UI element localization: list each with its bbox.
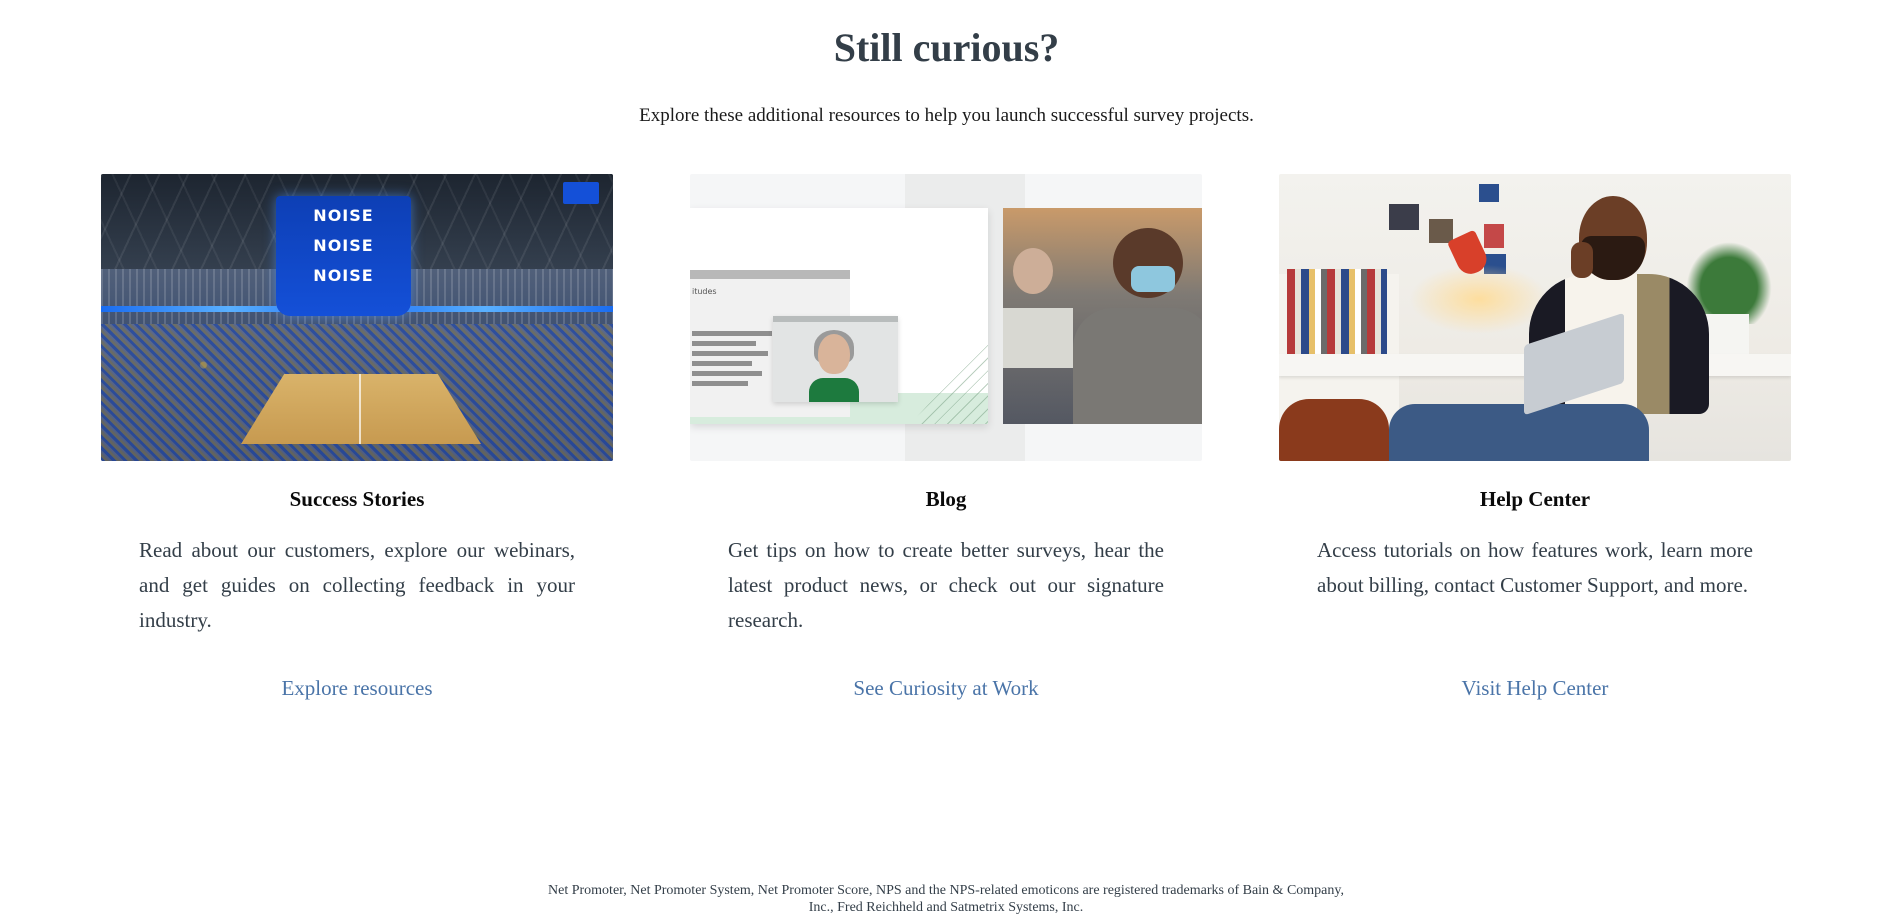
resource-card-blog: itudes Blog Get tips on how to create be… <box>690 174 1202 702</box>
blog-image-commuter-photo <box>1003 208 1202 424</box>
card-title: Help Center <box>1479 487 1591 511</box>
person-jeans <box>1389 404 1649 461</box>
books <box>1287 269 1387 364</box>
commuter-mask <box>1131 266 1175 292</box>
blog-image-panel: itudes <box>690 208 988 424</box>
resource-card-success-stories: NOISE NOISE NOISE Success Stories Read a… <box>101 174 613 702</box>
portrait-face <box>818 334 850 374</box>
survey-bar <box>692 361 752 366</box>
scoreboard-text: NOISE <box>313 236 374 255</box>
visit-help-center-link[interactable]: Visit Help Center <box>1279 674 1791 702</box>
arena-scoreboard: NOISE NOISE NOISE <box>276 196 411 316</box>
card-description: Read about our customers, explore our we… <box>139 538 575 632</box>
wall-photos <box>1389 184 1519 274</box>
commuter-newspaper <box>1003 308 1073 368</box>
card-title: Blog <box>925 487 967 511</box>
section-heading: Still curious? <box>833 25 1060 70</box>
phone-hand <box>1571 242 1593 278</box>
help-center-image[interactable] <box>1279 174 1791 461</box>
commuter-man <box>1013 248 1053 294</box>
trademark-footer: Net Promoter, Net Promoter System, Net P… <box>548 883 1344 915</box>
chair <box>1279 399 1389 461</box>
arena-sign <box>563 182 599 204</box>
survey-bar <box>692 381 748 386</box>
explore-resources-link[interactable]: Explore resources <box>101 674 613 702</box>
card-description: Get tips on how to create better surveys… <box>728 538 1164 632</box>
blog-image[interactable]: itudes <box>690 174 1202 461</box>
blog-image-portrait <box>773 316 898 402</box>
scoreboard-text: NOISE <box>313 266 374 285</box>
portrait-shirt <box>809 378 859 402</box>
survey-bar <box>692 331 772 336</box>
survey-bar <box>692 371 762 376</box>
lamp-glow <box>1409 264 1549 334</box>
section-subheading: Explore these additional resources to he… <box>639 105 1254 126</box>
success-stories-image[interactable]: NOISE NOISE NOISE <box>101 174 613 461</box>
arena-court-line <box>359 374 361 444</box>
card-title: Success Stories <box>289 487 425 511</box>
survey-window-title: itudes <box>692 287 717 296</box>
survey-bar <box>692 351 768 356</box>
resource-card-help-center: Help Center Access tutorials on how feat… <box>1279 174 1791 702</box>
scoreboard-text: NOISE <box>313 206 374 225</box>
commuter-coat <box>1073 308 1202 424</box>
survey-bar <box>692 341 756 346</box>
card-description: Access tutorials on how features work, l… <box>1317 538 1753 597</box>
see-curiosity-at-work-link[interactable]: See Curiosity at Work <box>690 674 1202 702</box>
